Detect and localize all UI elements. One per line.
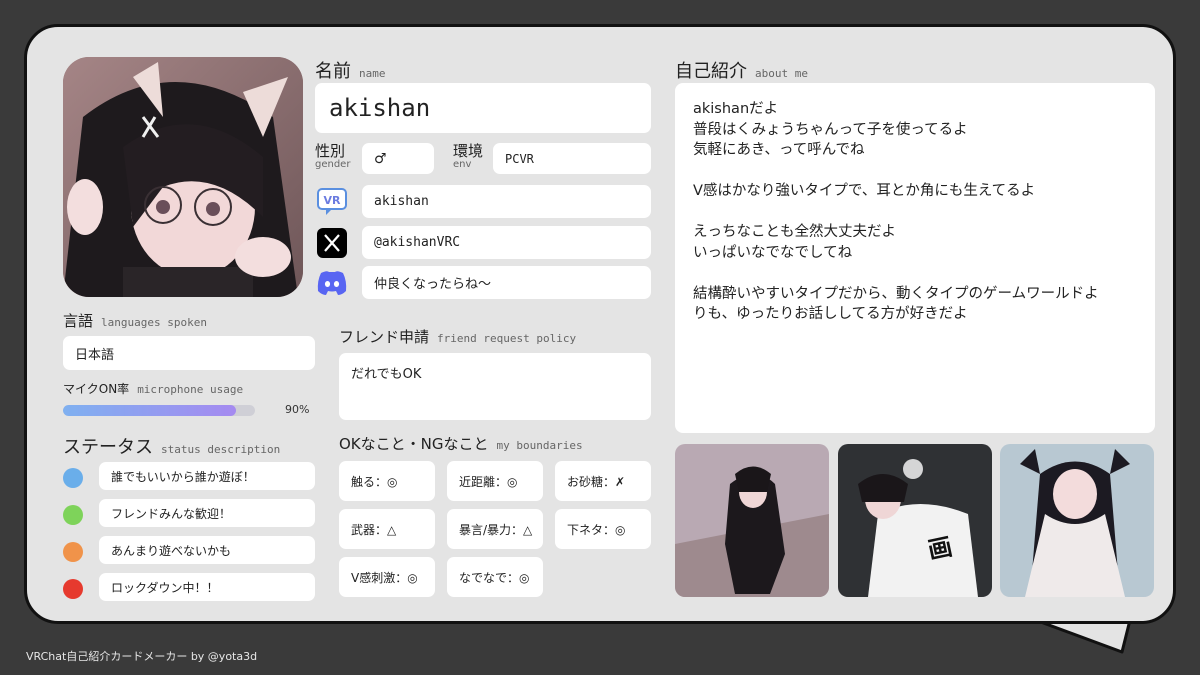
about-line: V感はかなり強いタイプで、耳とか角にも生えてるよ [693, 183, 1036, 199]
about-line: 気軽にあき、って呼んでね [693, 142, 865, 158]
gender-label: 性別 gender [315, 142, 351, 171]
about-line [693, 161, 1137, 182]
status-item: 誰でもいいから誰か遊ぼ！ [99, 462, 315, 490]
svg-text:VR: VR [324, 194, 342, 207]
footer-credit: VRChat自己紹介カードメーカー by @yota3d [26, 650, 258, 663]
status-item: あんまり遊べないかも [99, 536, 315, 564]
boundary-item: 近距離：◎ [447, 461, 543, 501]
mic-usage-fill [63, 405, 236, 416]
about-label: 自己紹介 about me [675, 61, 808, 82]
env-label: 環境 env [453, 142, 484, 171]
mic-label: マイクON率 microphone usage [63, 382, 244, 396]
status-item: ロックダウン中！！ [99, 573, 315, 601]
gallery-photo-1 [675, 444, 829, 597]
status-dot [63, 468, 83, 488]
about-line: akishanだよ [693, 101, 779, 117]
friend-request-label: フレンド申請 friend request policy [339, 328, 577, 346]
gallery-photo-2: 画 [838, 444, 992, 597]
boundary-item: 武器：△ [339, 509, 435, 549]
languages-label: 言語 languages spoken [63, 312, 207, 330]
vrchat-id-field: akishan [362, 185, 651, 218]
discord-icon [315, 266, 349, 300]
discord-field: 仲良くなったらね〜 [362, 266, 651, 299]
boundary-item: お砂糖：✗ [555, 461, 651, 501]
status-label: ステータス status description [63, 437, 281, 458]
about-line: 結構酔いやすいタイプだから、動くタイプのゲームワールドよ [693, 285, 1099, 302]
gender-field: ♂ [362, 143, 434, 174]
name-label: 名前 name [315, 61, 386, 82]
boundary-item: 暴言/暴力：△ [447, 509, 543, 549]
status-dot [63, 542, 83, 562]
boundary-item: 触る：◎ [339, 461, 435, 501]
x-icon [315, 226, 349, 260]
about-line: えっちなことも全然大丈夫だよ [693, 224, 896, 240]
mic-usage-value: 90% [285, 403, 310, 416]
avatar-image [63, 57, 303, 297]
about-line: いっぱいなでなでしてね [693, 244, 853, 261]
status-item: フレンドみんな歓迎！ [99, 499, 315, 527]
mic-usage-bar [63, 405, 255, 416]
about-line: 普段はくみょうちゃんって子を使ってるよ [693, 121, 968, 138]
boundary-item: なでなで：◎ [447, 557, 543, 597]
about-line [693, 202, 1137, 223]
name-field: akishan [315, 83, 651, 133]
languages-field: 日本語 [63, 336, 315, 370]
boundaries-label: OKなこと・NGなこと my boundaries [339, 435, 583, 453]
gallery-photo-3 [1000, 444, 1154, 597]
env-field: PCVR [493, 143, 651, 174]
status-dot [63, 579, 83, 599]
x-account-field: @akishanVRC [362, 226, 651, 259]
about-text: akishanだよ普段はくみょうちゃんって子を使ってるよ 気軽にあき、って呼んでね… [675, 83, 1155, 433]
profile-card: 名前 name akishan 性別 gender ♂ 環境 env PCVR … [24, 24, 1176, 624]
status-dot [63, 505, 83, 525]
boundary-item: 下ネタ：◎ [555, 509, 651, 549]
friend-request-field: だれでもOK [339, 353, 651, 420]
about-line [693, 263, 1137, 284]
about-line: りも、ゆったりお話ししてる方が好きだよ [693, 306, 968, 322]
boundary-item: V感刺激：◎ [339, 557, 435, 597]
vrchat-icon: VR [315, 185, 349, 219]
